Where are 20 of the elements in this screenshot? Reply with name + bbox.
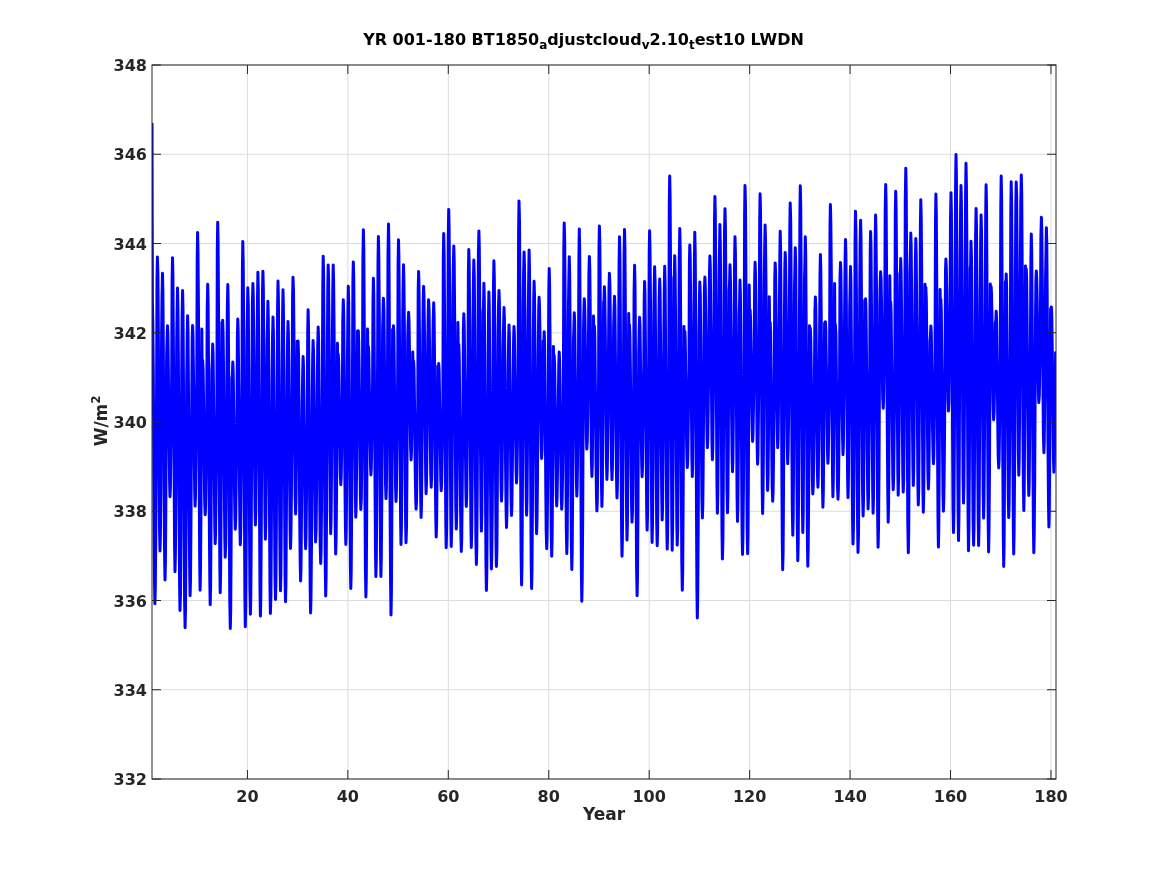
tick-label: 160: [933, 787, 968, 806]
axis-label: Year: [581, 804, 627, 824]
tick-label: 338: [113, 502, 147, 522]
tick-label: 336: [113, 591, 147, 611]
tick-label: 334: [113, 680, 147, 700]
tick-label: 140: [833, 787, 867, 806]
tick-label: 60: [437, 787, 460, 806]
tick-label: 340: [113, 413, 147, 432]
tick-label: 40: [336, 787, 359, 806]
tick-label: 348: [113, 56, 147, 75]
tick-label: 332: [113, 770, 147, 789]
tick-label: 342: [113, 323, 147, 343]
tick-label: 180: [1034, 787, 1068, 806]
tick-label: 346: [113, 145, 147, 165]
tick-label: 120: [732, 787, 767, 806]
tick-label: 20: [236, 787, 259, 806]
tick-label: 80: [537, 787, 560, 806]
chart-title: YR 001-180 BT1850$_{a}$djustcloud$_{v}$2.10$_{t}$est10 LWDN: [362, 30, 805, 53]
tick-label: 344: [113, 234, 147, 254]
tick-label: 100: [632, 787, 666, 806]
